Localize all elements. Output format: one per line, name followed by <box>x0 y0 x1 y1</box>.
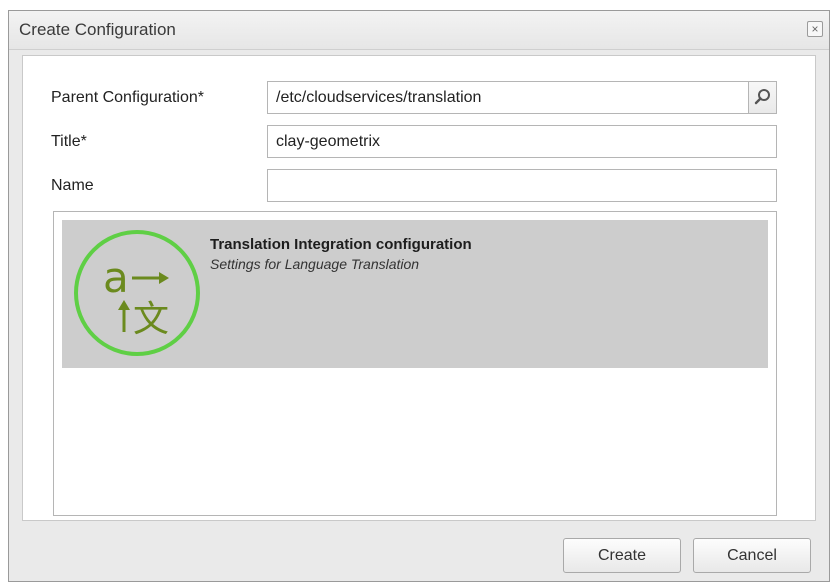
svg-text:a: a <box>103 253 129 302</box>
name-label: Name <box>51 177 94 194</box>
close-icon: × <box>811 22 819 36</box>
close-button[interactable]: × <box>807 21 823 37</box>
create-button[interactable]: Create <box>563 538 681 573</box>
form-panel: Parent Configuration* Title* Name a <box>22 55 816 521</box>
template-list[interactable]: a 文 Translation Integration configuratio… <box>53 211 777 516</box>
title-input[interactable] <box>267 125 777 158</box>
dialog-titlebar[interactable]: Create Configuration × <box>9 11 829 50</box>
name-input[interactable] <box>267 169 777 202</box>
parent-configuration-label: Parent Configuration* <box>51 89 204 106</box>
create-configuration-dialog: Create Configuration × Parent Configurat… <box>8 10 830 582</box>
dialog-title: Create Configuration <box>19 20 176 39</box>
cancel-button[interactable]: Cancel <box>693 538 811 573</box>
item-description: Settings for Language Translation <box>210 256 420 272</box>
list-item[interactable]: a 文 Translation Integration configuratio… <box>62 220 768 368</box>
search-icon <box>754 89 770 105</box>
browse-button[interactable] <box>748 81 777 114</box>
svg-text:文: 文 <box>133 299 169 340</box>
translation-icon: a 文 <box>74 230 200 356</box>
parent-configuration-input[interactable] <box>267 81 777 114</box>
title-label: Title* <box>51 133 87 150</box>
item-title: Translation Integration configuration <box>210 236 472 253</box>
